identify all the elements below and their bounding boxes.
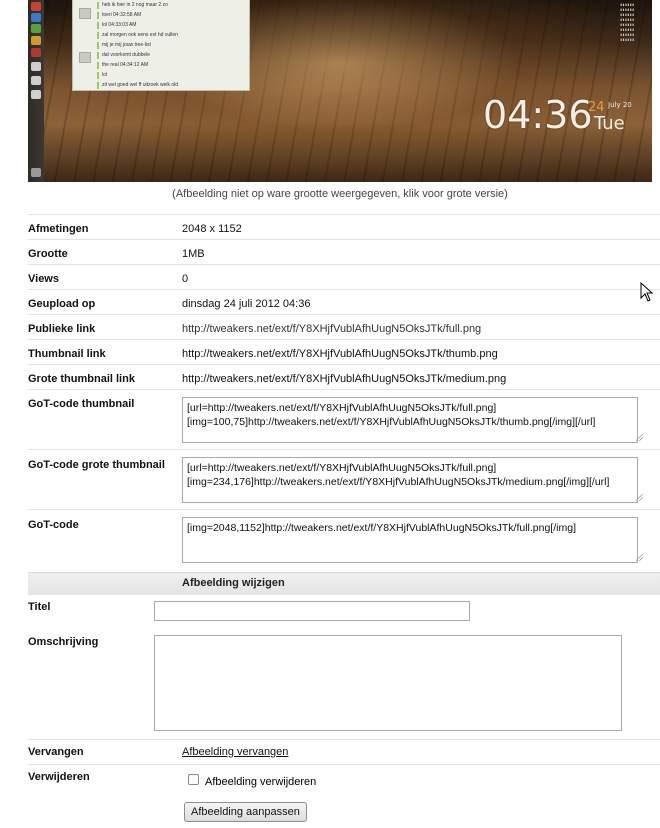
replace-image-link[interactable]: Afbeelding vervangen xyxy=(182,746,288,758)
size-value: 1MB xyxy=(182,248,205,260)
launcher-app-icon xyxy=(31,36,41,45)
chat-message: zal morgen ook eens ext hd vullen xyxy=(97,32,237,39)
detail-row: Geupload op dinsdag 24 juli 2012 04:36 xyxy=(28,289,660,315)
detail-row: GoT-code thumbnail [url=http://tweakers.… xyxy=(28,389,660,450)
got-thumbnail-code-field[interactable]: [url=http://tweakers.net/ext/f/Y8XHjfVub… xyxy=(182,397,638,443)
launcher-app-icon xyxy=(31,2,41,11)
chat-message: zit wel goed wel ff uitzoek welk old xyxy=(97,82,237,89)
clock-weekday: Tue xyxy=(594,113,625,134)
got-code-field[interactable]: [img=2048,1152]http://tweakers.net/ext/f… xyxy=(182,517,638,563)
title-label: Titel xyxy=(28,601,51,613)
clock-month: July 20 xyxy=(608,101,632,109)
submit-edit-button[interactable]: Afbeelding aanpassen xyxy=(184,802,307,822)
avatar xyxy=(79,8,91,19)
trash-icon xyxy=(31,168,41,177)
description-label: Omschrijving xyxy=(28,636,99,648)
resize-grip-icon[interactable] xyxy=(636,554,643,561)
edit-section-header: Afbeelding wijzigen xyxy=(28,572,660,595)
views-label: Views xyxy=(28,273,59,285)
got-code-label: GoT-code xyxy=(28,519,79,531)
dimensions-value: 2048 x 1152 xyxy=(182,223,242,235)
chat-message: dat voorkomt dubbele xyxy=(97,52,237,59)
launcher-app-icon xyxy=(31,76,41,85)
divider xyxy=(28,739,660,741)
edit-section-title: Afbeelding wijzigen xyxy=(182,577,285,589)
chat-message: lol 04:33:03 AM xyxy=(97,22,237,29)
image-preview[interactable]: heb ik hier in 2 nog maar 2 zo toeri 04:… xyxy=(28,0,652,182)
thumbnail-link-value: http://tweakers.net/ext/f/Y8XHjfVublAfhU… xyxy=(182,348,498,360)
uploaded-label: Geupload op xyxy=(28,298,96,310)
replace-label: Vervangen xyxy=(28,746,84,758)
mouse-pointer-icon xyxy=(640,282,654,302)
got-big-thumbnail-code-field[interactable]: [url=http://tweakers.net/ext/f/Y8XHjfVub… xyxy=(182,457,638,503)
delete-checkbox-label[interactable]: Afbeelding verwijderen xyxy=(205,776,316,788)
big-thumbnail-link-value: http://tweakers.net/ext/f/Y8XHjfVublAfhU… xyxy=(182,373,507,385)
detail-row: Grote thumbnail link http://tweakers.net… xyxy=(28,364,660,390)
views-value: 0 xyxy=(182,273,189,285)
detail-row: Views 0 xyxy=(28,264,660,290)
chat-window: heb ik hier in 2 nog maar 2 zo toeri 04:… xyxy=(72,0,250,91)
chat-message: heb ik hier in 2 nog maar 2 zo xyxy=(97,2,237,9)
preview-caption[interactable]: (Afbeelding niet op ware grootte weergeg… xyxy=(28,188,652,200)
divider xyxy=(28,764,660,766)
detail-row: GoT-code [img=2048,1152]http://tweakers.… xyxy=(28,509,660,573)
detail-row: Grootte 1MB xyxy=(28,239,660,265)
chat-message: toeri 04:32:58 AM xyxy=(97,12,237,19)
got-big-thumbnail-label: GoT-code grote thumbnail xyxy=(28,459,165,471)
got-thumbnail-label: GoT-code thumbnail xyxy=(28,398,135,410)
desktop-launcher xyxy=(28,0,44,182)
size-label: Grootte xyxy=(28,248,68,260)
launcher-app-icon xyxy=(31,24,41,33)
detail-row: Thumbnail link http://tweakers.net/ext/f… xyxy=(28,339,660,365)
uploaded-value: dinsdag 24 juli 2012 04:36 xyxy=(182,298,311,310)
delete-image-checkbox[interactable] xyxy=(188,774,199,785)
dimensions-label: Afmetingen xyxy=(28,223,89,235)
title-input[interactable] xyxy=(154,601,470,621)
detail-row: GoT-code grote thumbnail [url=http://twe… xyxy=(28,449,660,510)
big-thumbnail-link-label: Grote thumbnail link xyxy=(28,373,135,385)
resize-grip-icon[interactable] xyxy=(636,494,643,501)
chat-message: the real 04:34:12 AM xyxy=(97,62,237,69)
launcher-app-icon xyxy=(31,13,41,22)
chat-message: lol xyxy=(97,72,237,79)
launcher-app-icon xyxy=(31,48,41,57)
delete-label: Verwijderen xyxy=(28,771,90,783)
description-textarea[interactable] xyxy=(154,635,622,731)
thumbnail-link-label: Thumbnail link xyxy=(28,348,106,360)
launcher-app-icon xyxy=(31,62,41,71)
public-link-label: Publieke link xyxy=(28,323,96,335)
detail-row: Afmetingen 2048 x 1152 xyxy=(28,214,660,240)
avatar xyxy=(79,52,91,63)
system-monitor: ▮▮▮▮▮▮ ▮▮▮▮▮▮ ▮▮▮▮▮▮ ▮▮▮▮▮▮ ▮▮▮▮▮▮ ▮▮▮▮▮▮ ▮▮▮▮… xyxy=(620,2,635,42)
launcher-app-icon xyxy=(31,90,41,99)
public-link[interactable]: http://tweakers.net/ext/f/Y8XHjfVublAfhU… xyxy=(182,323,481,335)
chat-message: mij je mij jouw tree-list xyxy=(97,42,237,49)
desktop-clock: 04:36 xyxy=(483,93,593,137)
resize-grip-icon[interactable] xyxy=(636,434,643,441)
detail-row: Publieke link http://tweakers.net/ext/f/… xyxy=(28,314,660,340)
